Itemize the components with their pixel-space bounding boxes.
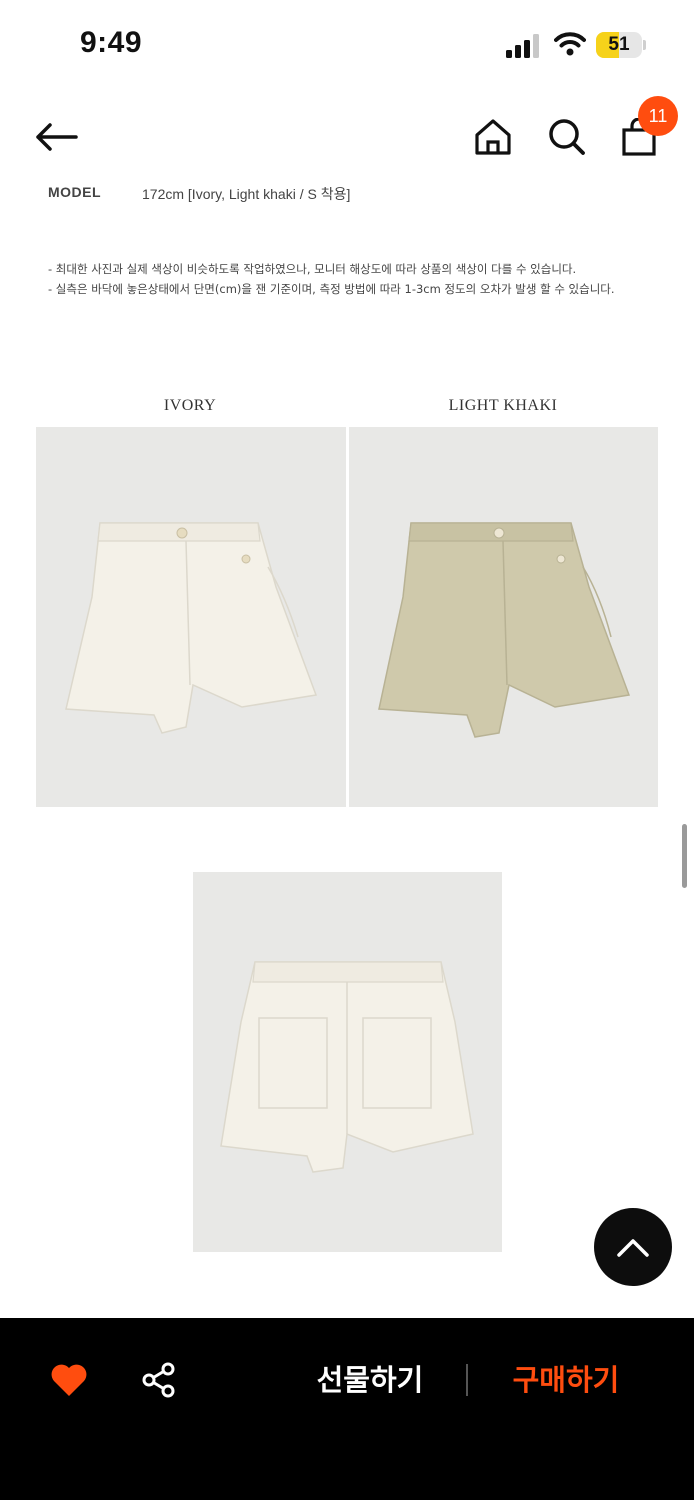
product-detail-content: MODEL 172cm [Ivory, Light khaki / S 착용] … <box>0 0 694 1500</box>
home-button[interactable] <box>468 112 518 162</box>
color-label-ivory: IVORY <box>163 397 217 414</box>
notice-text: - 최대한 사진과 실제 색상이 비슷하도록 작업하였으나, 모니터 해상도에 … <box>48 259 615 299</box>
scroll-to-top-button[interactable] <box>594 1208 672 1286</box>
back-arrow-icon <box>36 123 78 151</box>
back-button[interactable] <box>28 112 84 162</box>
model-value: 172cm [Ivory, Light khaki / S 착용] <box>142 186 351 202</box>
like-button[interactable] <box>46 1358 92 1402</box>
gift-button[interactable]: 선물하기 <box>300 1358 440 1402</box>
chevron-up-icon <box>617 1239 649 1257</box>
light-khaki-shorts-illustration <box>378 522 631 738</box>
button-divider <box>466 1364 468 1396</box>
color-label-light-khaki: LIGHT KHAKI <box>448 397 558 414</box>
bottom-action-bar: 선물하기 구매하기 <box>0 1318 694 1500</box>
share-icon <box>142 1362 175 1398</box>
ivory-shorts-back-illustration <box>220 961 474 1173</box>
scroll-indicator[interactable] <box>682 824 687 888</box>
home-icon <box>475 119 511 155</box>
notice-line: - 최대한 사진과 실제 색상이 비슷하도록 작업하였으나, 모니터 해상도에 … <box>48 262 577 276</box>
search-icon <box>549 119 585 155</box>
cart-count-badge: 11 <box>638 96 678 136</box>
buy-button[interactable]: 구매하기 <box>496 1358 636 1402</box>
top-navigation <box>0 92 694 182</box>
product-photo-light-khaki-front[interactable] <box>349 427 658 807</box>
product-photo-ivory-back[interactable] <box>193 872 502 1252</box>
heart-icon <box>51 1364 87 1396</box>
notice-line: - 실측은 바닥에 놓은상태에서 단면(cm)을 잰 기준이며, 측정 방법에 … <box>48 282 615 296</box>
product-photo-ivory-front[interactable] <box>36 427 346 807</box>
search-button[interactable] <box>542 112 592 162</box>
model-label: MODEL <box>48 184 102 200</box>
ivory-shorts-illustration <box>65 522 318 734</box>
share-button[interactable] <box>136 1358 182 1402</box>
